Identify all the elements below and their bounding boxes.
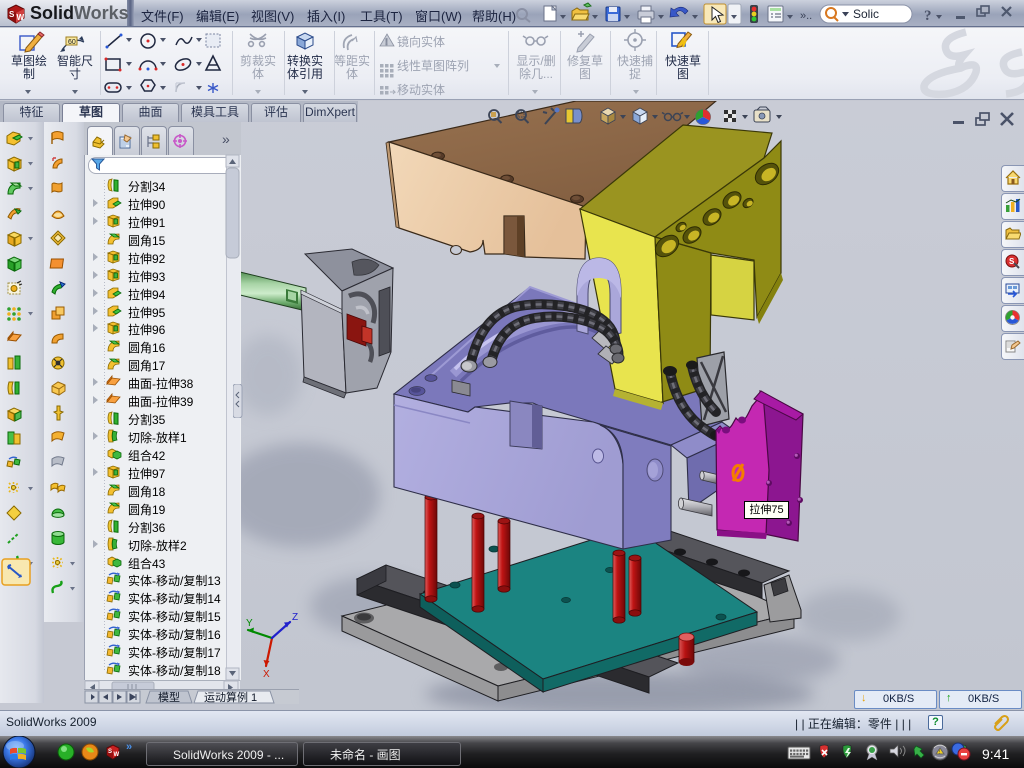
svg-text:S: S [9,10,15,19]
svg-text:模型: 模型 [158,690,180,704]
svg-text:W: W [114,752,120,758]
svg-text:?: ? [924,8,932,24]
svg-text:»..: ».. [800,10,812,22]
svg-text:!: ! [939,750,940,756]
svg-text:!: ! [385,37,388,47]
svg-text:W: W [17,13,25,22]
svg-text:运动算例 1: 运动算例 1 [204,690,257,704]
svg-text:Solic: Solic [853,7,879,21]
svg-text:S: S [1009,257,1015,266]
svg-text:S: S [108,749,112,755]
svg-text:»: » [126,741,132,753]
svg-text:60: 60 [68,39,76,46]
